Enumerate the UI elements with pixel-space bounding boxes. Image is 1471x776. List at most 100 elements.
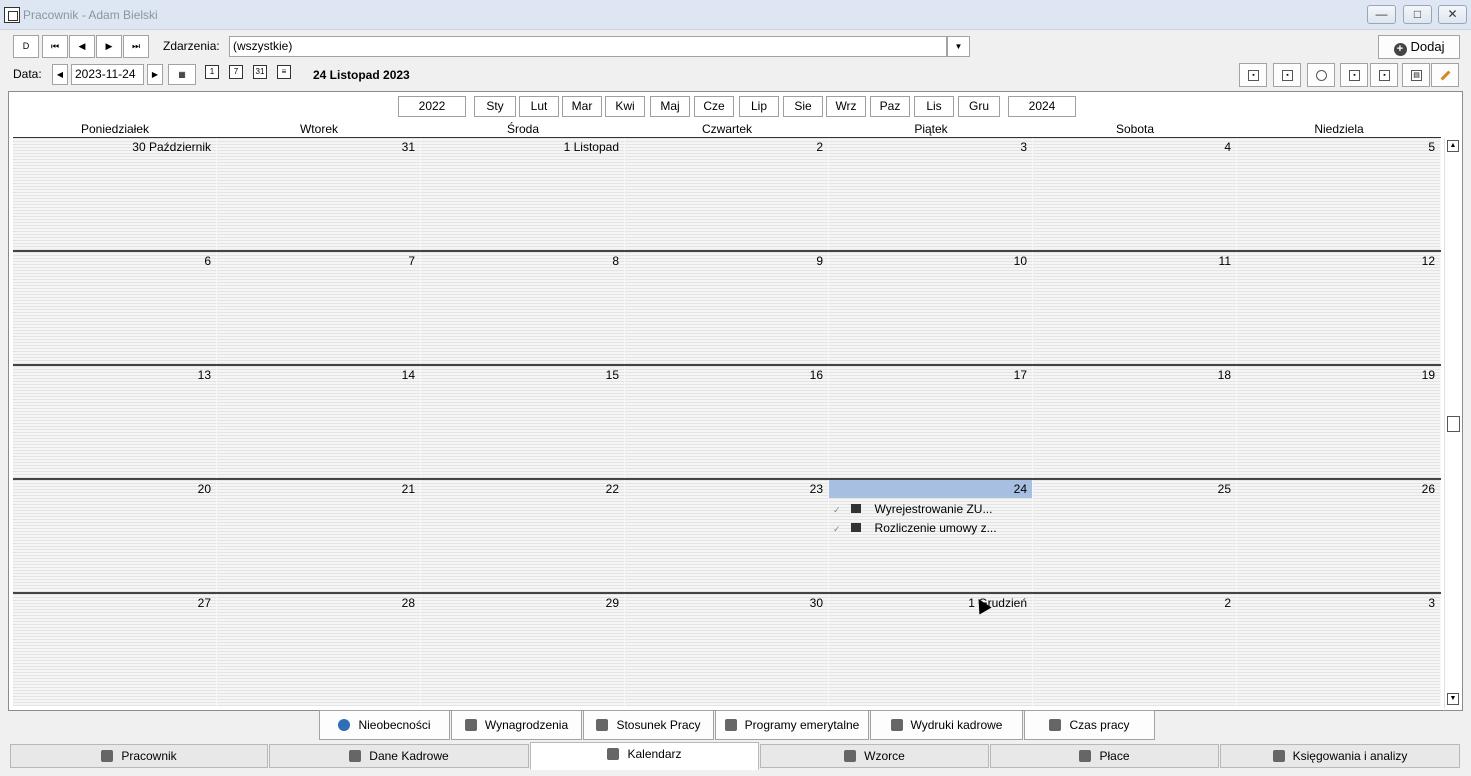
scroll-down-icon[interactable]: ▼ — [1447, 693, 1459, 705]
month-button-12[interactable]: Gru — [958, 96, 1000, 117]
day-cell[interactable]: 6 — [13, 252, 217, 364]
nav-next-button[interactable]: ▶ — [96, 35, 122, 58]
minimize-button[interactable]: — — [1367, 5, 1396, 24]
day-cell[interactable]: 7 — [217, 252, 421, 364]
subtab-5[interactable]: Wydruki kadrowe — [870, 710, 1023, 740]
events-filter-combo[interactable]: (wszystkie) — [229, 36, 947, 57]
toolbar-button-1[interactable]: ▪ — [1239, 63, 1267, 87]
prev-year-button[interactable]: 2022 — [398, 96, 466, 117]
toolbar-button-6[interactable]: ▤ — [1402, 63, 1430, 87]
toolbar-button-4[interactable]: ▪ — [1340, 63, 1368, 87]
nav-d-button[interactable]: D — [13, 35, 39, 58]
nav-first-button[interactable]: ⏮ — [42, 35, 68, 58]
day-cell[interactable]: 2 — [1033, 594, 1237, 706]
add-button[interactable]: + Dodaj — [1378, 35, 1460, 59]
date-next-button[interactable]: ▶ — [147, 64, 163, 85]
day-cell[interactable]: 13 — [13, 366, 217, 478]
week-view-icon[interactable]: 7 — [229, 65, 243, 79]
toolbar-button-5[interactable]: ▪ — [1370, 63, 1398, 87]
main-tab-6[interactable]: Księgowania i analizy — [1220, 744, 1460, 768]
day-cell[interactable]: 20 — [13, 480, 217, 592]
day-number: 11 — [1218, 254, 1231, 268]
month-button-11[interactable]: Lis — [914, 96, 954, 117]
day-cell[interactable]: 25 — [1033, 480, 1237, 592]
day-cell[interactable]: 19 — [1237, 366, 1441, 478]
day-cell[interactable]: 28 — [217, 594, 421, 706]
close-button[interactable]: ✕ — [1438, 5, 1467, 24]
subtab-1[interactable]: Nieobecności — [319, 710, 450, 740]
day-cell[interactable]: 1 Listopad — [421, 138, 625, 250]
nav-prev-button[interactable]: ◀ — [69, 35, 95, 58]
day-cell[interactable]: 5 — [1237, 138, 1441, 250]
subtab-2[interactable]: Wynagrodzenia — [451, 710, 582, 740]
day-cell[interactable]: 4 — [1033, 138, 1237, 250]
main-tab-3[interactable]: Kalendarz — [530, 742, 759, 770]
day-cell[interactable]: 14 — [217, 366, 421, 478]
day-cell[interactable]: 22 — [421, 480, 625, 592]
search-button[interactable] — [1307, 63, 1335, 87]
day-cell[interactable]: 10 — [829, 252, 1033, 364]
list-view-icon[interactable]: ≡ — [277, 65, 291, 79]
month-button-6[interactable]: Cze — [694, 96, 734, 117]
day-cell[interactable]: 2 — [625, 138, 829, 250]
day-cell[interactable]: 11 — [1033, 252, 1237, 364]
subtab-6[interactable]: Czas pracy — [1024, 710, 1155, 740]
day-number: 21 — [401, 482, 415, 496]
calendar-event[interactable]: ✓ Rozliczenie umowy z... — [833, 521, 997, 535]
day-cell[interactable]: 31 — [217, 138, 421, 250]
month-button-9[interactable]: Wrz — [826, 96, 866, 117]
day-cell[interactable]: 16 — [625, 366, 829, 478]
day-cell[interactable]: 1 Grudzień — [829, 594, 1033, 706]
month-button-1[interactable]: Sty — [474, 96, 516, 117]
day-cell[interactable]: 18 — [1033, 366, 1237, 478]
chevron-down-icon[interactable]: ▼ — [947, 36, 970, 57]
subtab-4[interactable]: Programy emerytalne — [715, 710, 869, 740]
day-cell[interactable]: 12 — [1237, 252, 1441, 364]
month-button-7[interactable]: Lip — [739, 96, 779, 117]
next-year-button[interactable]: 2024 — [1008, 96, 1076, 117]
day-number: 8 — [612, 254, 619, 268]
main-tab-1[interactable]: Pracownik — [10, 744, 268, 768]
day-cell[interactable]: 9 — [625, 252, 829, 364]
nav-last-button[interactable]: ⏭ — [123, 35, 149, 58]
day-cell[interactable]: 17 — [829, 366, 1033, 478]
vertical-scrollbar[interactable]: ▲ ▼ — [1444, 138, 1461, 708]
day-cell[interactable]: 3 — [1237, 594, 1441, 706]
month-view-icon[interactable]: 31 — [253, 65, 267, 79]
month-button-5[interactable]: Maj — [650, 96, 690, 117]
month-button-3[interactable]: Mar — [562, 96, 602, 117]
day-number: 25 — [1217, 482, 1231, 496]
day-cell[interactable]: 24 ✓ Wyrejestrowanie ZU... ✓ Rozliczenie umo… — [829, 480, 1033, 592]
day-number: 26 — [1421, 482, 1435, 496]
month-button-10[interactable]: Paz — [870, 96, 910, 117]
day-cell[interactable]: 3 — [829, 138, 1033, 250]
maximize-button[interactable]: □ — [1403, 5, 1432, 24]
month-button-2[interactable]: Lut — [519, 96, 559, 117]
day-cell[interactable]: 21 — [217, 480, 421, 592]
day-cell[interactable]: 8 — [421, 252, 625, 364]
main-tab-4[interactable]: Wzorce — [760, 744, 989, 768]
day-cell[interactable]: 27 — [13, 594, 217, 706]
calendar-event[interactable]: ✓ Wyrejestrowanie ZU... — [833, 502, 992, 516]
day-cell[interactable]: 26 — [1237, 480, 1441, 592]
scroll-thumb[interactable] — [1447, 416, 1460, 432]
date-picker-button[interactable]: ▦ — [168, 64, 196, 85]
day-number: 4 — [1224, 140, 1231, 154]
month-button-8[interactable]: Sie — [783, 96, 823, 117]
date-prev-button[interactable]: ◀ — [52, 64, 68, 85]
main-tab-5[interactable]: Płace — [990, 744, 1219, 768]
scroll-up-icon[interactable]: ▲ — [1447, 140, 1459, 152]
day-cell[interactable]: 15 — [421, 366, 625, 478]
day-view-icon[interactable]: 1 — [205, 65, 219, 79]
main-tab-label: Kalendarz — [627, 747, 682, 761]
subtab-3[interactable]: Stosunek Pracy — [583, 710, 714, 740]
month-button-4[interactable]: Kwi — [605, 96, 645, 117]
day-cell[interactable]: 30 — [625, 594, 829, 706]
day-cell[interactable]: 30 Październik — [13, 138, 217, 250]
day-cell[interactable]: 23 — [625, 480, 829, 592]
day-cell[interactable]: 29 — [421, 594, 625, 706]
edit-button[interactable] — [1431, 63, 1459, 87]
toolbar-button-2[interactable]: ▪ — [1273, 63, 1301, 87]
main-tab-2[interactable]: Dane Kadrowe — [269, 744, 529, 768]
date-input[interactable]: 2023-11-24 — [71, 64, 144, 85]
